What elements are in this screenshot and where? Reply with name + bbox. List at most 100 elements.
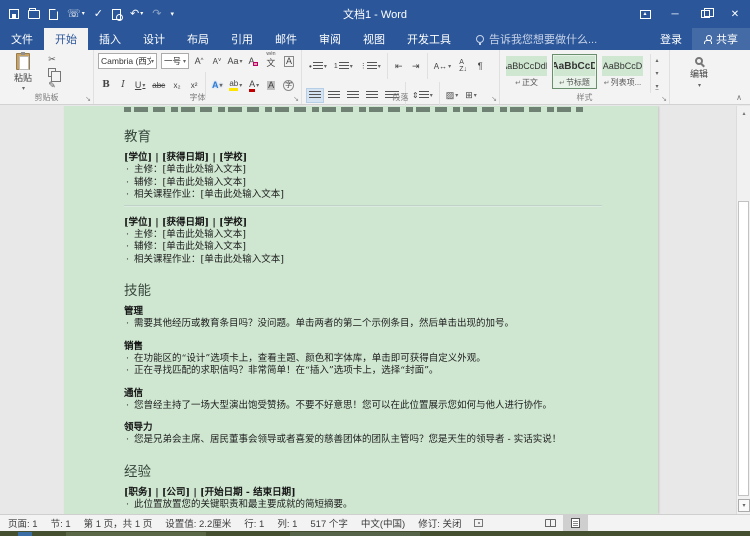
align-left-icon[interactable] (306, 87, 324, 103)
status-section[interactable]: 节: 1 (51, 516, 71, 530)
doc-bullet-line[interactable]: 此位置放置您的关键职责和最主要成就的简短摘要。 (124, 499, 602, 512)
doc-bullet-line[interactable]: 辅修：[单击此处输入文本] (124, 177, 602, 190)
tab-view[interactable]: 视图 (352, 28, 396, 50)
tab-developer[interactable]: 开发工具 (396, 28, 462, 50)
styles-scroll-up-icon[interactable]: ▴ (651, 54, 663, 67)
tab-mailings[interactable]: 邮件 (264, 28, 308, 50)
status-line[interactable]: 行: 1 (244, 516, 264, 530)
save-icon[interactable] (9, 9, 19, 19)
doc-entry-title[interactable]: [学位] | [获得日期] | [学校] (124, 217, 602, 229)
text-effects-icon[interactable]: A ▾ (209, 78, 225, 93)
styles-dialog-launcher[interactable]: ↘ (661, 96, 667, 103)
font-color-icon[interactable]: A ▾ (246, 78, 262, 93)
spelling-check-icon[interactable]: ✓ (94, 8, 103, 20)
doc-bullet-line[interactable]: 您是兄弟会主席、居民董事会领导或者喜爱的慈善团体的团队主管吗？您是天生的领导者 … (124, 434, 602, 447)
style-card-section-heading[interactable]: AaBbCcD 节标题 (552, 54, 597, 89)
style-card-normal[interactable]: AaBbCcDdE 正文 (504, 54, 549, 89)
underline-icon[interactable]: U ▾ (132, 78, 148, 93)
sign-in-button[interactable]: 登录 (650, 28, 692, 50)
superscript-icon[interactable]: x² (186, 78, 202, 93)
increase-indent-icon[interactable]: ⇥ (408, 59, 424, 74)
doc-entry-title[interactable]: [学位] | [获得日期] | [学校] (124, 152, 602, 164)
align-right-icon[interactable] (344, 88, 362, 103)
doc-heading[interactable]: 技能 (124, 282, 602, 300)
text-highlight-icon[interactable]: ab ▾ (226, 78, 245, 93)
status-language[interactable]: 中文(中国) (361, 516, 405, 530)
bold-icon[interactable]: B (98, 78, 114, 93)
collapse-ribbon-icon[interactable]: ∧ (736, 93, 742, 102)
close-icon[interactable]: ✕ (720, 0, 750, 28)
tab-references[interactable]: 引用 (220, 28, 264, 50)
font-size-select[interactable]: 一号 ▾ (161, 53, 189, 69)
change-case-icon[interactable]: Aa ▾ (227, 54, 243, 69)
sort-icon[interactable]: A Z↓ (455, 59, 471, 74)
tab-design[interactable]: 设计 (132, 28, 176, 50)
italic-icon[interactable]: I (115, 78, 131, 93)
style-card-list-item[interactable]: AaBbCcD 列表项... (600, 54, 645, 89)
status-vertical-position[interactable]: 设置值: 2.2厘米 (165, 516, 231, 530)
tab-layout[interactable]: 布局 (176, 28, 220, 50)
doc-heading[interactable]: 教育 (124, 128, 602, 146)
character-shading-icon[interactable]: A (263, 78, 279, 93)
show-hide-marks-icon[interactable]: ¶ (472, 59, 488, 74)
doc-entry-title[interactable]: 管理 (124, 306, 602, 318)
undo-icon[interactable]: ↶ ▾ (130, 8, 143, 20)
phonetic-guide-icon[interactable]: wén 文 (263, 52, 279, 69)
redo-icon[interactable]: ↷ (152, 8, 161, 20)
shrink-font-icon[interactable]: A ˅ (209, 54, 225, 69)
scrollbar-thumb[interactable] (738, 201, 749, 496)
clear-formatting-icon[interactable]: A (245, 54, 261, 69)
read-mode-icon[interactable] (538, 515, 563, 531)
clipboard-dialog-launcher[interactable]: ↘ (85, 96, 91, 103)
status-page-count[interactable]: 第 1 页，共 1 页 (84, 516, 153, 530)
scroll-up-icon[interactable]: ▴ (738, 107, 750, 120)
tab-review[interactable]: 审阅 (308, 28, 352, 50)
status-track-changes[interactable]: 修订: 关闭 (418, 516, 461, 530)
subscript-icon[interactable]: x₂ (169, 78, 185, 93)
print-layout-icon[interactable] (563, 515, 588, 531)
doc-bullet-line[interactable]: 需要其他经历或教育条目吗？没问题。单击两者的第二个示例条目，然后单击出现的加号。 (124, 318, 602, 331)
cut-icon[interactable]: ✂ (44, 53, 60, 65)
editing-button[interactable]: 编辑 ▾ (674, 53, 724, 92)
strikethrough-icon[interactable]: abc (149, 78, 168, 93)
document-page[interactable]: 教育[学位] | [获得日期] | [学校]主修：[单击此处输入文本]辅修：[单… (64, 106, 658, 514)
styles-scroll-down-icon[interactable]: ▾ (651, 67, 663, 80)
doc-bullet-line[interactable]: 相关课程作业：[单击此处输入文本] (124, 189, 602, 202)
doc-entry-title[interactable]: [职务] | [公司] | [开始日期 - 结束日期] (124, 487, 602, 499)
copy-icon[interactable] (44, 66, 61, 82)
character-border-icon[interactable]: A (281, 54, 297, 69)
print-preview-icon[interactable] (112, 8, 123, 21)
scroll-down-icon[interactable]: ▾ (738, 499, 750, 512)
restore-icon[interactable] (690, 0, 720, 28)
share-button[interactable]: 共享 (692, 28, 750, 50)
doc-bullet-line[interactable]: 辅修：[单击此处输入文本] (124, 241, 602, 254)
font-dialog-launcher[interactable]: ↘ (293, 96, 299, 103)
qat-customize-icon[interactable]: ▾ (170, 11, 174, 18)
numbering-icon[interactable]: 1 ▾ (331, 59, 356, 74)
bullets-icon[interactable]: • ▾ (306, 59, 330, 74)
doc-bullet-line[interactable]: 您曾经主持了一场大型演出饱受赞扬。不要不好意思！您可以在此位置展示您如何与他人进… (124, 400, 602, 413)
doc-bullet-line[interactable]: 主修：[单击此处输入文本] (124, 229, 602, 242)
status-page[interactable]: 页面: 1 (8, 516, 38, 530)
multilevel-list-icon[interactable]: ⋮ ▾ (357, 59, 384, 74)
touch-mode-icon[interactable]: ☏ ▾ (67, 8, 85, 20)
paragraph-dialog-launcher[interactable]: ↘ (491, 96, 497, 103)
tell-me-box[interactable]: 告诉我您想要做什么... (476, 28, 597, 50)
line-spacing-icon[interactable]: ⇕ ▾ (409, 88, 436, 103)
grow-font-icon[interactable]: A ^ (191, 54, 207, 69)
shading-icon[interactable]: ▨ ▾ (443, 88, 462, 103)
open-icon[interactable] (28, 7, 40, 19)
doc-bullet-line[interactable]: 主修：[单击此处输入文本] (124, 164, 602, 177)
styles-gallery-more-icon[interactable]: ▾̲ (651, 80, 663, 93)
minimize-icon[interactable]: ─ (660, 0, 690, 28)
vertical-scrollbar[interactable]: ▴ ▾ (736, 106, 750, 514)
doc-entry-title[interactable]: 领导力 (124, 422, 602, 434)
doc-bullet-line[interactable]: 在功能区的“设计”选项卡上，查看主题、颜色和字体库，单击即可获得自定义外观。 (124, 353, 602, 366)
asian-layout-icon[interactable]: A↔ ▾ (431, 59, 454, 74)
borders-icon[interactable]: ⊞ ▾ (462, 88, 480, 103)
status-column[interactable]: 列: 1 (277, 516, 297, 530)
distribute-icon[interactable] (382, 88, 402, 103)
paste-button[interactable]: 粘贴 ▾ (4, 52, 42, 92)
justify-icon[interactable] (363, 88, 381, 103)
ribbon-display-options-icon[interactable]: ▴ (630, 0, 660, 28)
